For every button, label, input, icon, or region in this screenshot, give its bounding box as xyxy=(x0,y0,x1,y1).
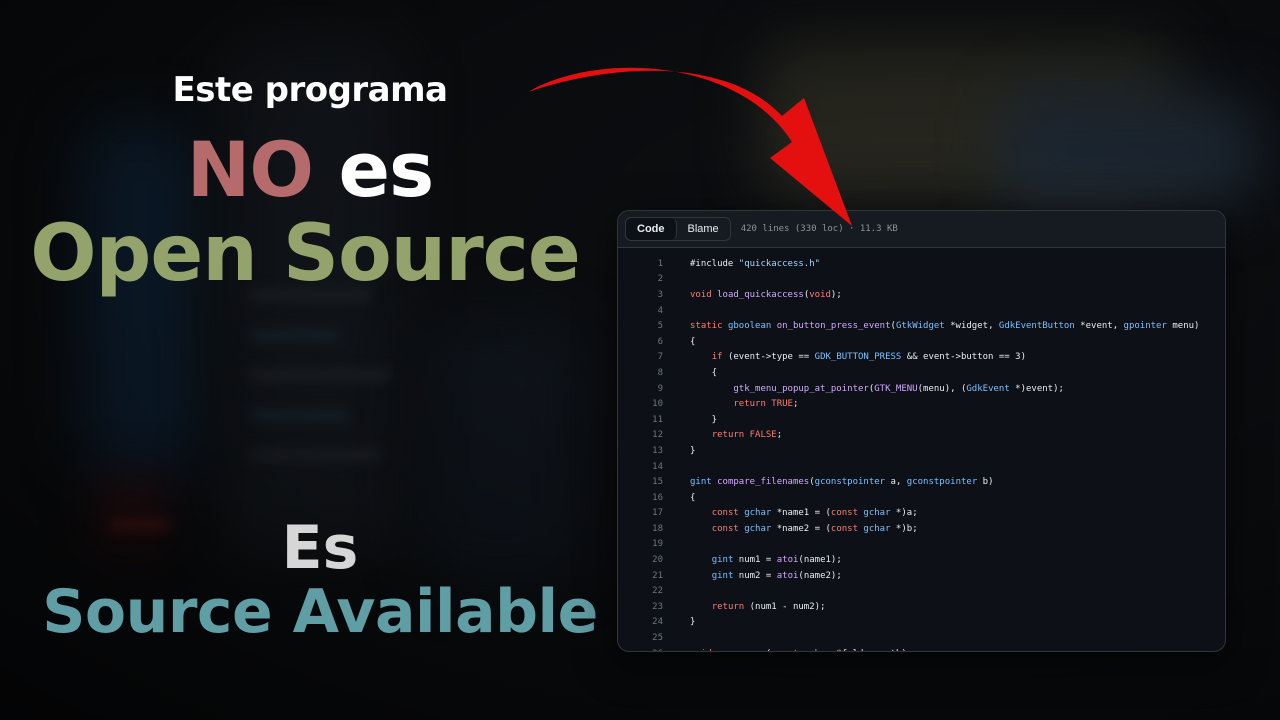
line-number: 2 xyxy=(657,274,663,285)
headline-no: NO xyxy=(186,125,314,214)
code-line: 19 xyxy=(618,537,1225,553)
line-number: 17 xyxy=(652,508,663,519)
code-text: } xyxy=(690,617,696,628)
code-text: return (num1 - num2); xyxy=(711,601,826,612)
code-text: } xyxy=(690,445,696,456)
line-number: 23 xyxy=(652,601,663,612)
code-line: 18 const gchar *name2 = (const gchar *)b… xyxy=(618,521,1225,537)
code-body: 1 #include "quickaccess.h" 2 3 void load_qui… xyxy=(618,248,1225,651)
code-line: 5 static gboolean on_button_press_event(G… xyxy=(618,318,1225,334)
line-number: 25 xyxy=(652,633,663,644)
line-number: 11 xyxy=(652,414,663,425)
code-line: 17 const gchar *name1 = (const gchar *)a… xyxy=(618,506,1225,522)
code-line: 20 gint num1 = atoi(name1); xyxy=(618,552,1225,568)
code-line: 21 gint num2 = atoi(name2); xyxy=(618,568,1225,584)
headline-open-source: Open Source xyxy=(30,209,581,299)
code-line: 13} xyxy=(618,443,1225,459)
line-number: 26 xyxy=(618,649,663,651)
code-text: { xyxy=(690,336,696,347)
line-number: 1 xyxy=(657,258,663,269)
code-line: 4 xyxy=(618,303,1225,319)
code-line: 7 if (event->type == GDK_BUTTON_PRESS &&… xyxy=(618,350,1225,366)
line-number: 15 xyxy=(652,477,663,488)
line-number: 14 xyxy=(652,461,663,472)
line-number: 13 xyxy=(652,445,663,456)
code-viewer-panel: Code Blame 420 lines (330 loc) · 11.3 KB… xyxy=(617,210,1226,652)
line-number: 18 xyxy=(652,523,663,534)
code-text: { xyxy=(690,492,696,503)
line-number: 16 xyxy=(652,492,663,503)
code-line: 23 return (num1 - num2); xyxy=(618,599,1225,615)
line-number: 5 xyxy=(657,321,663,332)
headline-line-2: NO es xyxy=(150,128,470,212)
line-number: 8 xyxy=(657,367,663,378)
code-text: if (event->type == GDK_BUTTON_PRESS && e… xyxy=(711,352,1026,363)
code-line: 8 { xyxy=(618,365,1225,381)
code-text: const gchar *name1 = (const gchar *)a; xyxy=(711,508,918,519)
code-line: 10 return TRUE; xyxy=(618,396,1225,412)
code-line: 15 gint compare_filenames(gconstpointer a… xyxy=(618,474,1225,490)
line-number: 10 xyxy=(652,399,663,410)
code-text: const gchar *name2 = (const gchar *)b; xyxy=(711,523,918,534)
line-number: 6 xyxy=(657,336,663,347)
code-line: 16 { xyxy=(618,490,1225,506)
code-text: static gboolean on_button_press_event(Gt… xyxy=(690,321,1200,332)
code-text: void rearrange(const gchar *folder_path) xyxy=(663,649,907,651)
line-number: 9 xyxy=(657,383,663,394)
line-number: 21 xyxy=(652,570,663,581)
line-number: 19 xyxy=(652,539,663,550)
code-line: 9 gtk_menu_popup_at_pointer(GTK_MENU(men… xyxy=(618,381,1225,397)
code-line: 22 xyxy=(618,583,1225,599)
code-line: 26void rearrange(const gchar *folder_pat… xyxy=(618,646,1225,651)
headline-source-available: Source Available xyxy=(42,577,598,647)
headline-es: es xyxy=(338,125,434,214)
code-text: gint compare_filenames(gconstpointer a, … xyxy=(690,477,994,488)
line-number: 20 xyxy=(652,555,663,566)
code-line: 1 #include "quickaccess.h" xyxy=(618,256,1225,272)
code-text: gtk_menu_popup_at_pointer(GTK_MENU(menu)… xyxy=(733,383,1064,394)
line-number: 7 xyxy=(657,352,663,363)
code-line: 14 xyxy=(618,459,1225,475)
code-text: { xyxy=(690,367,718,378)
code-line: 3 void load_quickaccess(void); xyxy=(618,287,1225,303)
code-line: 11 } xyxy=(618,412,1225,428)
code-line: 25 xyxy=(618,630,1225,646)
code-text: #include "quickaccess.h" xyxy=(690,258,821,269)
line-number: 24 xyxy=(652,617,663,628)
line-number: 12 xyxy=(652,430,663,441)
code-text: return TRUE; xyxy=(733,399,799,410)
code-text: gint num1 = atoi(name1); xyxy=(711,555,842,566)
line-number: 4 xyxy=(657,305,663,316)
red-arrow-icon xyxy=(528,67,852,226)
line-number: 22 xyxy=(652,586,663,597)
code-text: return FALSE; xyxy=(711,430,783,441)
code-line: 12 return FALSE; xyxy=(618,428,1225,444)
code-text: } xyxy=(690,414,718,425)
code-text: void load_quickaccess(void); xyxy=(690,289,842,300)
code-text: gint num2 = atoi(name2); xyxy=(711,570,842,581)
headline-es-2: Es xyxy=(281,513,359,583)
headline-line-1: Este programa xyxy=(172,70,449,110)
line-number: 3 xyxy=(657,289,663,300)
code-line: 24} xyxy=(618,615,1225,631)
code-line: 6{ xyxy=(618,334,1225,350)
code-line: 2 xyxy=(618,272,1225,288)
